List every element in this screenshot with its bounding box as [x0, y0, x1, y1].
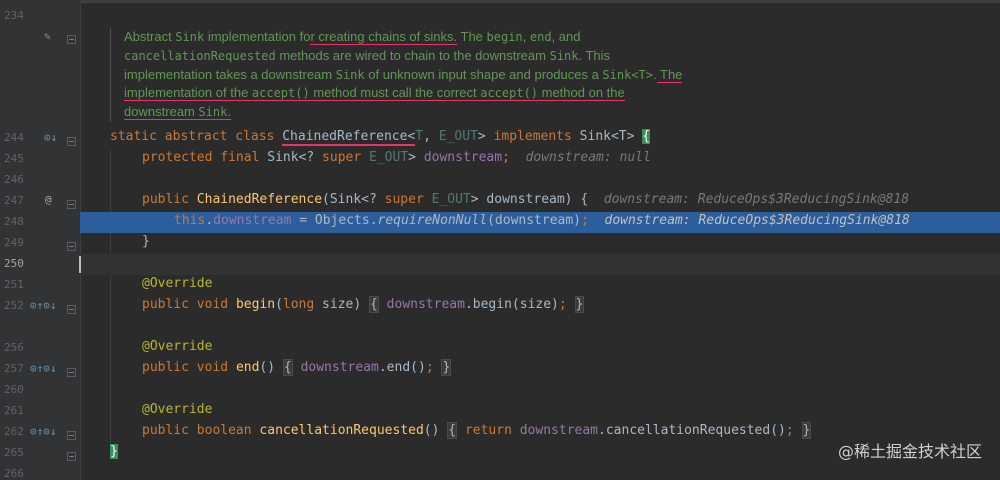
code-line-class-close-brace[interactable]: } [110, 444, 118, 459]
class-name-underlined: ChainedReference< [282, 129, 416, 146]
fold-marker-icon[interactable] [67, 368, 76, 377]
code-line-class-declaration[interactable]: static abstract class ChainedReference<T… [110, 129, 651, 146]
line-number: 256 [4, 341, 24, 354]
line-number: 262 [4, 425, 24, 438]
folded-brace: } [441, 359, 452, 376]
annotation-underline: The [656, 66, 683, 83]
override-implement-icon[interactable]: ⊙↑⊙↓ [30, 425, 57, 438]
editor-top-border [0, 0, 1000, 3]
debug-inline-value: downstream: null [525, 150, 651, 165]
fold-marker-icon[interactable] [67, 137, 76, 146]
watermark-text: @稀土掘金技术社区 [837, 442, 982, 461]
annotation-underline: r creating chains of sinks. [310, 29, 458, 45]
line-number: 245 [4, 152, 24, 165]
gutter-divider [80, 0, 81, 480]
code-line-close-brace[interactable]: } [142, 234, 150, 249]
javadoc-comment[interactable]: Abstract Sink implementation for creatin… [110, 28, 764, 122]
javadoc-line: Abstract Sink implementation for creatin… [124, 29, 581, 45]
caret-line[interactable] [80, 254, 1000, 275]
line-number: 234 [4, 9, 24, 22]
line-number: 247 [4, 194, 24, 207]
line-number: 265 [4, 446, 24, 459]
line-number: 249 [4, 236, 24, 249]
fold-marker-icon[interactable] [67, 431, 76, 440]
code-line-cancellation-method[interactable]: public boolean cancellationRequested() {… [142, 422, 812, 439]
line-number: 251 [4, 278, 24, 291]
fold-marker-icon[interactable] [67, 200, 76, 209]
folded-brace: } [801, 422, 812, 439]
javadoc-line: implementation of the accept() method mu… [124, 84, 764, 103]
fold-marker-icon[interactable] [67, 452, 76, 461]
matched-brace: { [642, 129, 651, 144]
fold-marker-icon[interactable] [67, 242, 76, 251]
line-number: 252 [4, 299, 24, 312]
indent-guide [110, 150, 111, 446]
override-annotation[interactable]: @Override [142, 402, 212, 417]
annotation-at-icon[interactable]: @ [45, 193, 52, 206]
override-annotation[interactable]: @Override [142, 339, 212, 354]
override-implement-icon[interactable]: ⊙↑⊙↓ [30, 299, 57, 312]
code-line-assignment[interactable]: this.downstream = Objects.requireNonNull… [174, 213, 910, 228]
line-number: 244 [4, 131, 24, 144]
javadoc-line: downstream Sink. [124, 103, 764, 122]
override-implement-icon[interactable]: ⊙↑⊙↓ [30, 362, 57, 375]
folded-brace: { [447, 422, 458, 439]
javadoc-line: implementation takes a downstream Sink o… [124, 66, 683, 83]
folded-brace: } [574, 296, 585, 313]
code-line-end-method[interactable]: public void end() { downstream.end(); } [142, 359, 452, 376]
line-number: 260 [4, 383, 24, 396]
fold-marker-icon[interactable] [67, 305, 76, 314]
debug-inline-value: downstream: ReduceOps$3ReducingSink@818 [603, 192, 910, 207]
line-number: 246 [4, 173, 24, 186]
line-number: 257 [4, 362, 24, 375]
annotation-underline: downstream Sink. [124, 104, 231, 121]
debug-inline-value: downstream: ReduceOps$3ReducingSink@818 [604, 213, 910, 228]
fold-marker-icon[interactable] [67, 35, 76, 44]
folded-brace: { [369, 296, 379, 313]
text-caret [79, 256, 81, 273]
line-number: 248 [4, 215, 24, 228]
override-annotation[interactable]: @Override [142, 276, 212, 291]
line-number: 266 [4, 467, 24, 480]
implemented-method-icon[interactable]: ⊙↓ [44, 131, 57, 144]
folded-brace: { [282, 359, 293, 376]
code-line-constructor[interactable]: public ChainedReference(Sink<? super E_O… [142, 192, 909, 207]
line-number-current: 250 [4, 257, 24, 270]
line-number: 261 [4, 404, 24, 417]
code-line-field[interactable]: protected final Sink<? super E_OUT> down… [142, 150, 651, 165]
javadoc-line: cancellationRequested methods are wired … [124, 47, 611, 63]
code-line-begin-method[interactable]: public void begin(long size) { downstrea… [142, 296, 585, 313]
edit-pencil-icon[interactable]: ✎ [44, 30, 51, 43]
annotation-underline: implementation of the accept() method mu… [124, 85, 625, 102]
matched-brace: } [110, 444, 118, 459]
